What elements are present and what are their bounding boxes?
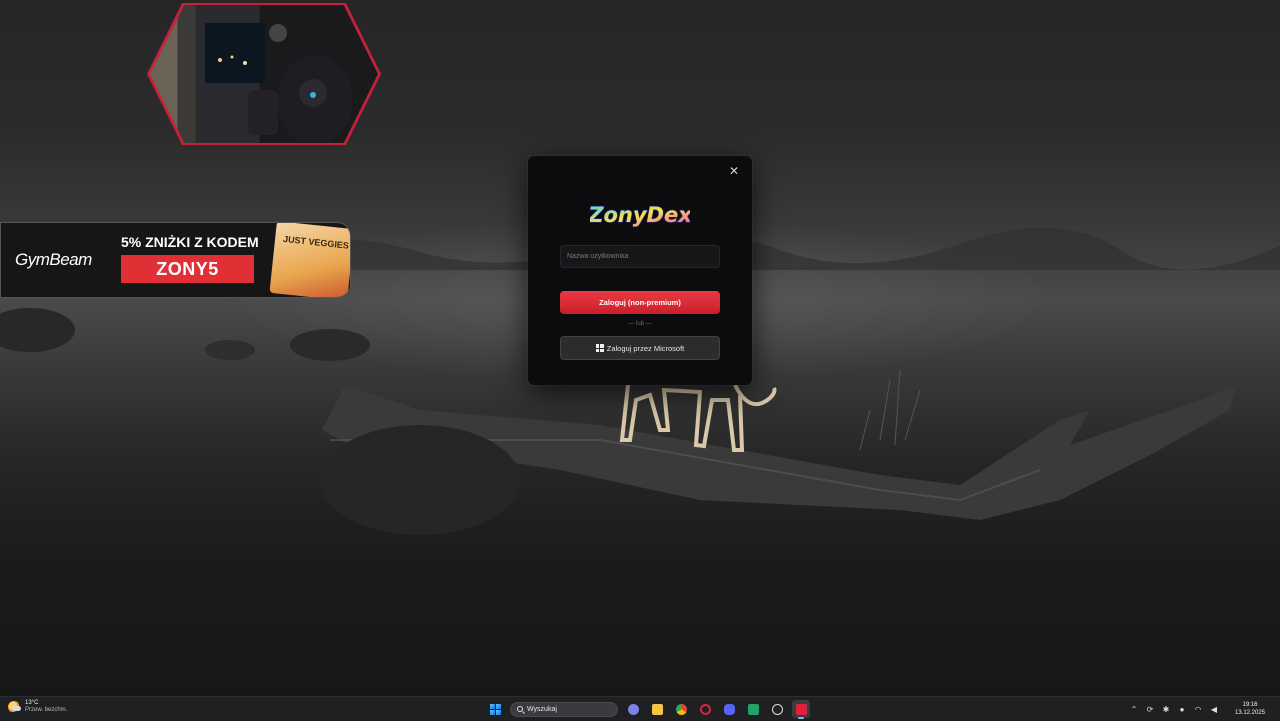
logo-text: ZonyDex (590, 203, 690, 227)
terminal-icon (747, 703, 759, 715)
search-icon (517, 706, 523, 712)
taskbar-app-chrome[interactable] (672, 700, 690, 718)
username-input[interactable] (560, 245, 720, 268)
weather-widget[interactable]: 13°C Przew. bezchm. (8, 700, 67, 714)
microsoft-icon (595, 344, 604, 352)
taskbar-app-teams[interactable] (624, 700, 642, 718)
chevron-up-icon[interactable]: ⌃ (1126, 701, 1142, 717)
or-divider: — lub — (628, 321, 652, 327)
wifi-icon[interactable]: ◠ (1190, 701, 1206, 717)
weather-temperature: 13°C (25, 700, 39, 706)
taskbar-search-box[interactable]: Wyszukaj (510, 701, 618, 717)
microsoft-login-button[interactable]: Zaloguj przez Microsoft (560, 336, 720, 360)
taskbar-app-explorer[interactable] (648, 700, 666, 718)
system-tray: ⌃ ⟳ ✱ ● ◠ ◀ 19:16 13.12.2025 (1126, 697, 1280, 721)
teams-icon (627, 703, 639, 715)
zonydex-logo: ZonyDex (590, 202, 690, 227)
taskbar-app-discord[interactable] (720, 700, 738, 718)
clock[interactable]: 19:16 13.12.2025 (1226, 701, 1274, 717)
ad-promo-code: ZONY5 (121, 255, 254, 283)
taskbar-app-code[interactable] (744, 700, 762, 718)
ad-promo-text: 5% ZNIŻKI Z KODEM (121, 234, 259, 250)
speaker-icon[interactable]: ◀ (1206, 701, 1222, 717)
zonydex-app-icon (795, 703, 807, 715)
taskbar-app-opera[interactable] (696, 700, 714, 718)
clock-time: 19:16 (1242, 702, 1258, 708)
discord-icon (723, 703, 735, 715)
start-button[interactable] (486, 700, 504, 718)
search-placeholder: Wyszukaj (527, 705, 557, 713)
login-non-premium-button[interactable]: Zaloguj (non-premium) (560, 291, 720, 314)
obs-icon (771, 703, 783, 715)
sync-icon[interactable]: ⟳ (1142, 701, 1158, 717)
opera-icon (699, 703, 711, 715)
chrome-icon (675, 703, 687, 715)
close-icon[interactable]: ✕ (728, 165, 740, 177)
clock-date: 13.12.2025 (1234, 710, 1266, 716)
taskbar-app-zonydex[interactable] (792, 700, 810, 719)
taskbar: 13°C Przew. bezchm. Wyszukaj ⌃ ⟳ ✱ ● ◠ ◀… (0, 696, 1280, 720)
webcam-feed (150, 5, 378, 143)
ad-product-label: JUST VEGGIES (282, 233, 350, 251)
webcam-overlay (147, 3, 381, 145)
weather-partly-cloudy-icon (8, 701, 21, 713)
taskbar-center: Wyszukaj (486, 699, 810, 719)
bluetooth-icon[interactable]: ✱ (1158, 701, 1174, 717)
gymbeam-ad-banner: GymBeam 5% ZNIŻKI Z KODEM ZONY5 JUST VEG… (0, 222, 351, 298)
windows-start-icon (489, 703, 501, 715)
ad-product-image: JUST VEGGIES (269, 223, 350, 297)
taskbar-app-obs[interactable] (768, 700, 786, 718)
microsoft-login-label: Zaloguj przez Microsoft (606, 343, 685, 353)
ad-brand-logo: GymBeam (15, 250, 92, 269)
file-explorer-icon (651, 703, 663, 715)
login-dialog: ✕ ZonyDex Zaloguj (non-premium) — lub — … (528, 156, 752, 385)
weather-description: Przew. bezchm. (25, 707, 68, 713)
microphone-icon[interactable]: ● (1174, 701, 1190, 717)
